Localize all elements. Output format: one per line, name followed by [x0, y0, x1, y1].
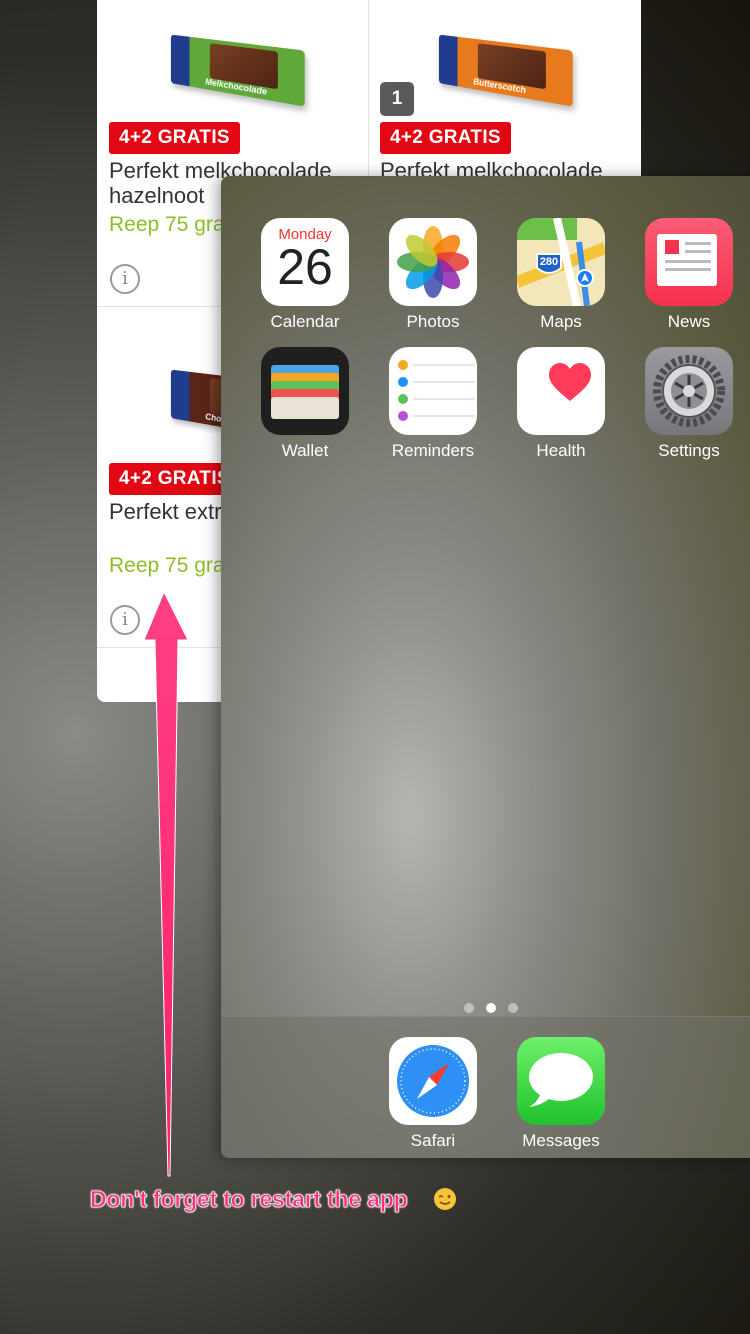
product-image: Butterscotch	[438, 34, 573, 107]
maps-icon: 280	[517, 218, 605, 306]
page-dot[interactable]	[508, 1003, 518, 1013]
app-label: Messages	[522, 1131, 600, 1150]
app-photos[interactable]: Photos	[378, 218, 488, 332]
app-label: Reminders	[391, 441, 475, 460]
svg-text:280: 280	[540, 256, 558, 268]
app-safari[interactable]: Safari	[378, 1037, 488, 1151]
app-label: Health	[536, 441, 586, 460]
app-wallet[interactable]: Wallet	[250, 347, 360, 461]
info-icon[interactable]: i	[110, 605, 140, 635]
app-maps[interactable]: 280 Maps	[506, 218, 616, 332]
news-icon	[645, 218, 733, 306]
promo-badge: 4+2 GRATIS	[380, 122, 511, 154]
annotation-text: Don't forget to restart the app	[90, 1186, 408, 1213]
promo-badge: 4+2 GRATIS	[109, 122, 240, 154]
reminders-icon	[389, 347, 477, 435]
safari-icon	[389, 1037, 477, 1125]
calendar-icon: Monday 26	[261, 218, 349, 306]
app-reminders[interactable]: Reminders	[378, 347, 488, 461]
app-label: Settings	[658, 441, 720, 460]
app-label: Maps	[540, 312, 582, 331]
quantity-badge: 1	[380, 82, 414, 116]
app-label: Safari	[410, 1131, 456, 1150]
wink-emoji-icon	[434, 1188, 456, 1210]
page-dot[interactable]	[464, 1003, 474, 1013]
app-settings[interactable]: Settings	[634, 347, 744, 461]
product-image: Melkchocolade	[170, 34, 305, 107]
app-label: News	[667, 312, 711, 331]
health-icon	[517, 347, 605, 435]
info-icon[interactable]: i	[110, 264, 140, 294]
settings-icon	[645, 347, 733, 435]
page-dot-active[interactable]	[486, 1003, 496, 1013]
app-label: Photos	[406, 312, 460, 331]
app-health[interactable]: Health	[506, 347, 616, 461]
app-calendar[interactable]: Monday 26 Calendar	[250, 218, 360, 332]
messages-icon	[517, 1037, 605, 1125]
photos-icon	[389, 218, 477, 306]
app-label: Calendar	[270, 312, 340, 331]
app-messages[interactable]: Messages	[506, 1037, 616, 1151]
app-news[interactable]: News	[634, 218, 744, 332]
dock: Safari Messages	[221, 1016, 750, 1158]
home-screen-card[interactable]: Monday 26 Calendar Photos 280 Maps News …	[221, 176, 750, 1158]
wallet-icon	[261, 347, 349, 435]
app-label: Wallet	[281, 441, 329, 460]
